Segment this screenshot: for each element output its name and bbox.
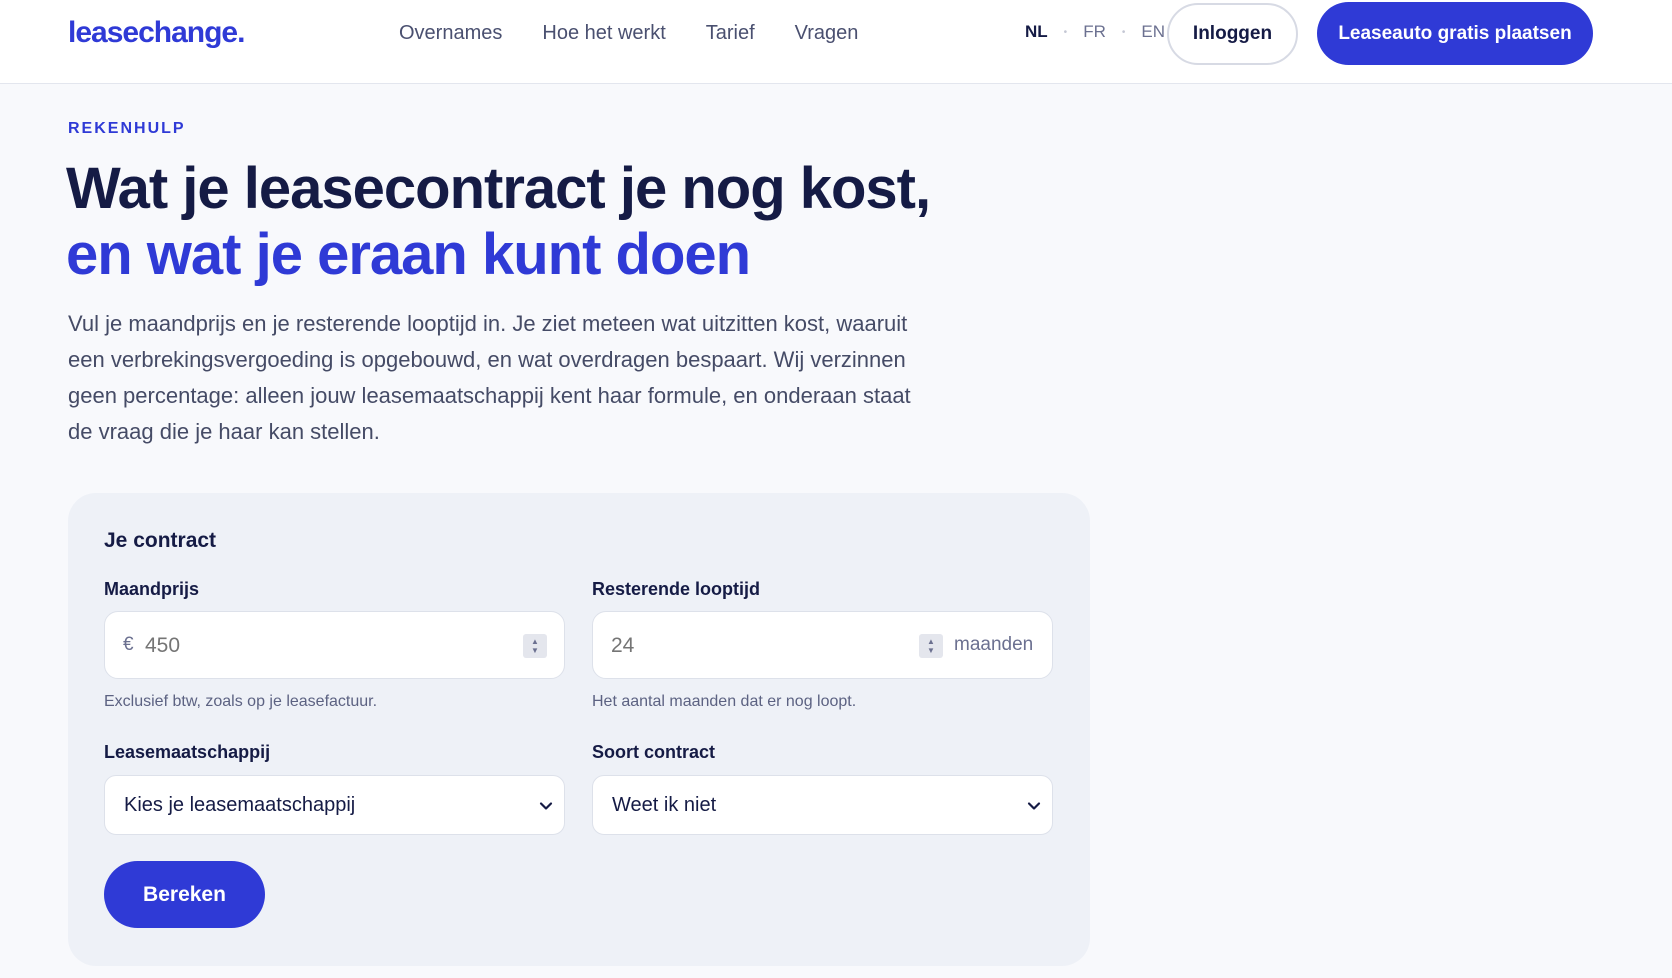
- place-car-button[interactable]: Leaseauto gratis plaatsen: [1317, 2, 1593, 65]
- chevron-down-icon: ▼: [531, 646, 539, 655]
- chevron-down-icon: ▼: [927, 646, 935, 655]
- remaining-term-field: ▲ ▼ maanden: [592, 611, 1053, 679]
- nav-link-vragen[interactable]: Vragen: [795, 22, 859, 45]
- lang-separator: •: [1063, 26, 1068, 38]
- form-title: Je contract: [104, 529, 217, 552]
- lang-en[interactable]: EN: [1141, 22, 1165, 42]
- page-title-accent: en wat je eraan kunt doen: [66, 222, 751, 287]
- chevron-down-icon: [1027, 802, 1041, 810]
- chevron-up-icon: ▲: [927, 637, 935, 646]
- monthly-price-helper: Exclusief btw, zoals op je leasefactuur.: [104, 693, 378, 710]
- page-title-main: Wat je leasecontract je nog kost,: [66, 156, 931, 221]
- lang-separator: •: [1121, 26, 1126, 38]
- contract-type-selected: Weet ik niet: [612, 794, 717, 816]
- remaining-term-label: Resterende looptijd: [592, 579, 761, 599]
- chevron-up-icon: ▲: [531, 637, 539, 646]
- login-button[interactable]: Inloggen: [1167, 3, 1298, 65]
- language-switcher: NL • FR • EN: [1025, 22, 1165, 42]
- monthly-price-label: Maandprijs: [104, 579, 200, 599]
- months-suffix: maanden: [954, 634, 1034, 655]
- site-header: leasechange. Overnames Hoe het werkt Tar…: [0, 0, 1672, 84]
- lang-fr[interactable]: FR: [1083, 22, 1106, 42]
- nav-link-hoe-het-werkt[interactable]: Hoe het werkt: [542, 22, 665, 45]
- chevron-down-icon: [539, 802, 553, 810]
- remaining-term-stepper[interactable]: ▲ ▼: [919, 634, 943, 658]
- page-title: Wat je leasecontract je nog kost, en wat…: [66, 156, 966, 288]
- lease-company-label: Leasemaatschappij: [104, 742, 271, 762]
- monthly-price-stepper[interactable]: ▲ ▼: [523, 634, 547, 658]
- contract-form-card: Je contract Maandprijs € ▲ ▼ Exclusief b…: [68, 493, 1090, 966]
- lease-company-selected: Kies je leasemaatschappij: [124, 794, 356, 816]
- contract-type-select[interactable]: Weet ik niet: [592, 775, 1053, 835]
- logo[interactable]: leasechange.: [68, 16, 245, 50]
- intro-text: Vul je maandprijs en je resterende loopt…: [68, 311, 911, 444]
- remaining-term-input[interactable]: [611, 630, 911, 662]
- lang-nl[interactable]: NL: [1025, 22, 1048, 42]
- monthly-price-field: € ▲ ▼: [104, 611, 565, 679]
- calculate-button[interactable]: Bereken: [104, 861, 265, 928]
- remaining-term-helper: Het aantal maanden dat er nog loopt.: [592, 693, 857, 710]
- section-eyebrow: REKENHULP: [68, 120, 186, 137]
- nav-link-tarief[interactable]: Tarief: [706, 22, 755, 45]
- nav-link-overnames[interactable]: Overnames: [399, 22, 502, 45]
- contract-type-label: Soort contract: [592, 742, 716, 762]
- euro-prefix: €: [123, 634, 134, 655]
- main-nav: Overnames Hoe het werkt Tarief Vragen: [399, 22, 858, 45]
- monthly-price-input[interactable]: [145, 630, 485, 662]
- lease-company-select[interactable]: Kies je leasemaatschappij: [104, 775, 565, 835]
